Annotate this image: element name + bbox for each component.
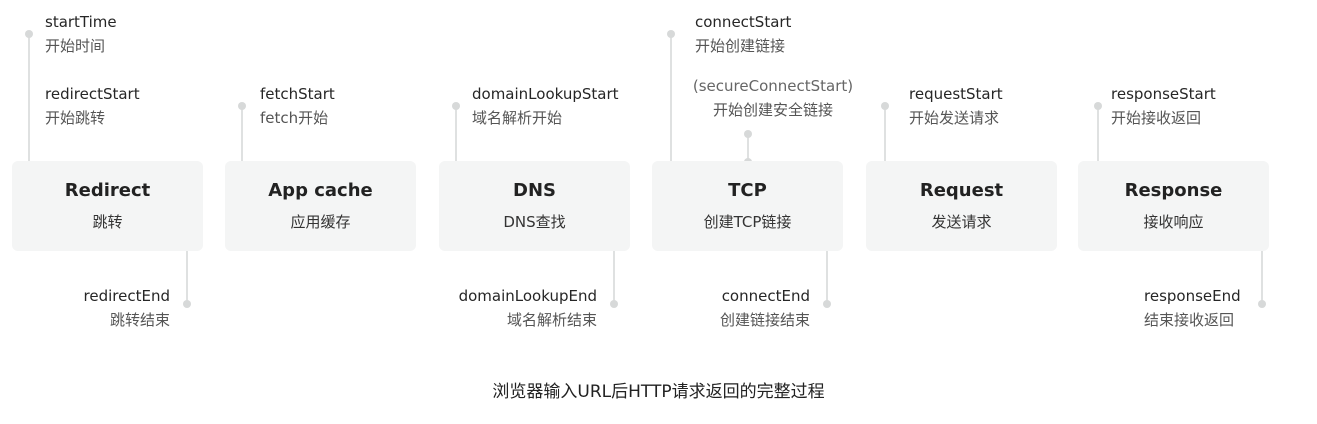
redirect-end-dot	[183, 300, 191, 308]
stage-request: Request 发送请求	[866, 161, 1057, 251]
marker-name: startTime	[45, 13, 117, 31]
start-time-dot	[25, 30, 33, 38]
marker-start-time: startTime 开始时间	[45, 11, 117, 57]
marker-name: responseStart	[1111, 85, 1216, 103]
domain-lookup-end-dot	[610, 300, 618, 308]
marker-name: connectStart	[695, 13, 792, 31]
marker-name: (secureConnectStart)	[692, 77, 854, 95]
marker-desc: 结束接收返回	[1144, 311, 1235, 329]
marker-secure-connect-start: (secureConnectStart) 开始创建安全链接	[668, 75, 878, 121]
stage-subtitle: 发送请求	[931, 213, 992, 231]
stage-app-cache: App cache 应用缓存	[225, 161, 416, 251]
request-start-top-dot	[881, 102, 889, 110]
marker-desc: 开始接收返回	[1111, 109, 1202, 127]
marker-desc: 开始创建链接	[695, 37, 786, 55]
stage-title: Redirect	[64, 180, 151, 201]
stage-subtitle: 创建TCP链接	[703, 213, 792, 231]
secure-connect-start-top-dot	[744, 130, 752, 138]
stage-subtitle: 跳转	[92, 213, 123, 231]
marker-desc: 域名解析开始	[472, 109, 563, 127]
marker-desc: 域名解析结束	[506, 311, 597, 329]
marker-connect-end: connectEnd 创建链接结束	[660, 285, 810, 331]
stage-title: Request	[919, 180, 1004, 201]
marker-name: connectEnd	[721, 287, 810, 305]
marker-response-end: responseEnd 结束接收返回	[1144, 285, 1241, 331]
stage-redirect: Redirect 跳转	[12, 161, 203, 251]
marker-redirect-end: redirectEnd 跳转结束	[30, 285, 170, 331]
fetch-start-top-dot	[238, 102, 246, 110]
domain-lookup-start-top-dot	[452, 102, 460, 110]
marker-name: redirectStart	[45, 85, 140, 103]
marker-name: redirectEnd	[83, 287, 170, 305]
response-start-top-dot	[1094, 102, 1102, 110]
marker-redirect-start: redirectStart 开始跳转	[45, 83, 140, 129]
marker-name: domainLookupEnd	[458, 287, 597, 305]
stage-response: Response 接收响应	[1078, 161, 1269, 251]
stage-title: Response	[1124, 180, 1223, 201]
diagram-caption: 浏览器输入URL后HTTP请求返回的完整过程	[492, 382, 825, 402]
marker-request-start: requestStart 开始发送请求	[909, 83, 1003, 129]
marker-name: responseEnd	[1144, 287, 1241, 305]
marker-desc: fetch开始	[260, 109, 329, 127]
marker-name: requestStart	[909, 85, 1003, 103]
stage-dns: DNS DNS查找	[439, 161, 630, 251]
marker-domain-lookup-end: domainLookupEnd 域名解析结束	[420, 285, 597, 331]
http-timing-diagram: Redirect 跳转 App cache 应用缓存 DNS DNS查找 TCP…	[0, 0, 1317, 424]
marker-response-start: responseStart 开始接收返回	[1111, 83, 1216, 129]
connect-start-top-dot	[667, 30, 675, 38]
marker-desc: 开始时间	[45, 37, 106, 55]
stage-title: DNS	[513, 180, 556, 201]
marker-desc: 创建链接结束	[719, 311, 810, 329]
stage-tcp: TCP 创建TCP链接	[652, 161, 843, 251]
stage-title: TCP	[728, 180, 767, 201]
stage-title: App cache	[268, 180, 373, 201]
marker-desc: 开始跳转	[45, 109, 106, 127]
stage-subtitle: 应用缓存	[290, 213, 351, 231]
marker-desc: 跳转结束	[109, 311, 170, 329]
marker-name: domainLookupStart	[472, 85, 619, 103]
marker-domain-lookup-start: domainLookupStart 域名解析开始	[472, 83, 619, 129]
stage-subtitle: 接收响应	[1143, 213, 1204, 231]
marker-fetch-start: fetchStart fetch开始	[260, 83, 335, 129]
connect-end-dot	[823, 300, 831, 308]
response-end-dot	[1258, 300, 1266, 308]
marker-desc: 开始创建安全链接	[712, 101, 833, 119]
stage-subtitle: DNS查找	[503, 213, 566, 231]
marker-name: fetchStart	[260, 85, 335, 103]
marker-desc: 开始发送请求	[909, 109, 1000, 127]
marker-connect-start: connectStart 开始创建链接	[695, 11, 791, 57]
